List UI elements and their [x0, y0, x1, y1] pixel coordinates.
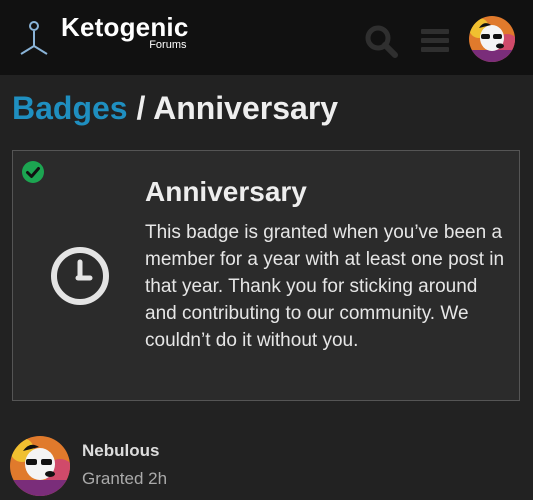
search-icon[interactable] [364, 24, 398, 58]
badge-card: Anniversary This badge is granted when y… [12, 150, 520, 401]
breadcrumb-separator: / [127, 90, 154, 126]
site-title: Ketogenic [61, 12, 189, 42]
badge-grant-item: Nebulous Granted 2h [10, 436, 520, 500]
user-avatar[interactable] [469, 16, 515, 62]
granted-time: Granted 2h [82, 469, 168, 488]
hamburger-menu-icon[interactable] [420, 24, 454, 58]
site-header: Ketogenic Forums [0, 0, 533, 75]
page-title: Badges / Anniversary [12, 86, 338, 130]
breadcrumb-current: Anniversary [153, 90, 339, 126]
site-logo[interactable]: Ketogenic Forums [61, 14, 188, 51]
badge-name: Anniversary [145, 176, 307, 207]
grantee-avatar[interactable] [10, 436, 70, 496]
check-circle-icon [21, 160, 45, 184]
badge-description: This badge is granted when you’ve been a… [145, 222, 505, 351]
clock-icon [50, 246, 110, 306]
grantee-username[interactable]: Nebulous [82, 441, 159, 461]
breadcrumb-badges-link[interactable]: Badges [12, 90, 128, 126]
ketogenic-logo-icon[interactable] [17, 20, 53, 60]
